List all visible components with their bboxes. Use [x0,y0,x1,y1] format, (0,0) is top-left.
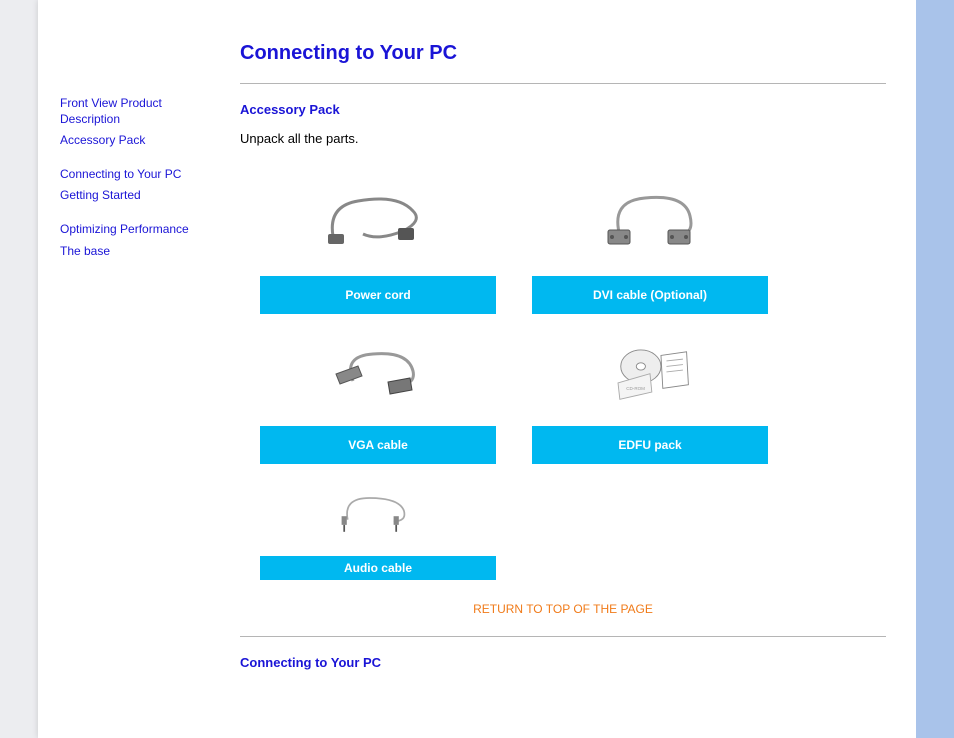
nav-connecting-pc[interactable]: Connecting to Your PC [60,167,204,183]
vga-cable-image [260,322,496,420]
nav-group: Optimizing Performance The base [60,222,204,259]
accessory-vga-cable: VGA cable [260,322,496,464]
connecting-pc-heading: Connecting to Your PC [240,655,886,670]
accessory-grid: Power cord DVI cable (Optional) [240,172,886,588]
dvi-cable-image [532,172,768,270]
nav-optimizing[interactable]: Optimizing Performance [60,222,204,238]
power-cord-image [260,172,496,270]
divider [240,636,886,637]
divider [240,83,886,84]
vga-cable-label: VGA cable [260,426,496,464]
accessory-row: VGA cable CD-ROM EDFU pack [260,322,866,464]
nav-front-view[interactable]: Front View Product Description [60,96,204,127]
accessory-power-cord: Power cord [260,172,496,314]
accessory-pack-heading: Accessory Pack [240,102,886,117]
accessory-dvi-cable: DVI cable (Optional) [532,172,768,314]
audio-cable-label: Audio cable [260,556,496,580]
edfu-pack-image: CD-ROM [532,322,768,420]
right-accent-bar [916,0,954,738]
dvi-cable-label: DVI cable (Optional) [532,276,768,314]
nav-accessory-pack[interactable]: Accessory Pack [60,133,204,149]
main-content: Connecting to Your PC Accessory Pack Unp… [216,0,916,738]
nav-group: Connecting to Your PC Getting Started [60,167,204,204]
return-to-top: RETURN TO TOP OF THE PAGE [240,600,886,618]
page-container: Front View Product Description Accessory… [38,0,916,738]
nav-group: Front View Product Description Accessory… [60,96,204,149]
nav-the-base[interactable]: The base [60,244,204,260]
edfu-pack-label: EDFU pack [532,426,768,464]
power-cord-label: Power cord [260,276,496,314]
accessory-row: Power cord DVI cable (Optional) [260,172,866,314]
return-to-top-link[interactable]: RETURN TO TOP OF THE PAGE [473,602,653,616]
accessory-edfu-pack: CD-ROM EDFU pack [532,322,768,464]
svg-text:CD-ROM: CD-ROM [626,386,645,391]
accessory-row: Audio cable [260,472,866,580]
audio-cable-image [260,472,496,550]
accessory-audio-cable: Audio cable [260,472,496,580]
page-title: Connecting to Your PC [240,42,886,65]
sidebar-nav: Front View Product Description Accessory… [38,0,216,738]
unpack-instruction: Unpack all the parts. [240,131,886,146]
nav-getting-started[interactable]: Getting Started [60,188,204,204]
